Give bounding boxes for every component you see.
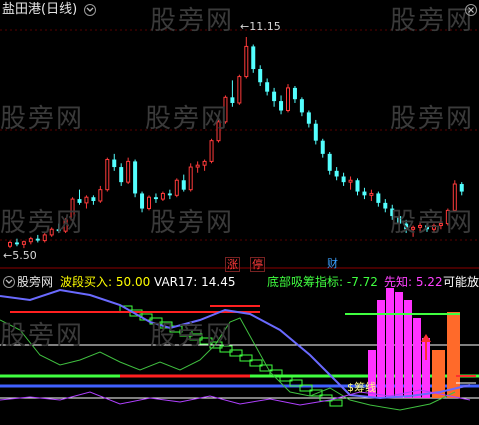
candle-body — [348, 179, 353, 183]
watermark: 股旁网 — [390, 104, 475, 134]
candle-body — [8, 241, 12, 247]
candle-body — [105, 159, 110, 191]
watermark: 股旁网 — [150, 208, 235, 238]
watermark: 股旁网 — [0, 208, 85, 238]
high-value: 11.15 — [249, 20, 281, 33]
candle-body — [258, 69, 263, 83]
low-value: 5.50 — [12, 249, 37, 262]
low-arrow: ← — [3, 249, 13, 262]
candle-body — [320, 140, 325, 154]
candle-body — [181, 180, 186, 190]
candle-body — [98, 189, 103, 202]
indicator-annotation: $筹线 — [347, 381, 376, 394]
candle-body — [195, 164, 200, 168]
watermark: 股旁网 — [390, 208, 475, 238]
candle-body — [292, 87, 297, 100]
indicator-item-bodan: 波段买入: 50.00 — [60, 275, 151, 289]
candle-body — [376, 193, 381, 203]
indicator-item-dibu: 底部吸筹指标: -7.72 — [267, 275, 378, 289]
candle-body — [334, 170, 339, 177]
candle-body — [84, 196, 89, 204]
chevron-down-icon[interactable] — [3, 276, 15, 288]
candle-body — [279, 101, 284, 111]
candle-body — [237, 76, 242, 104]
indicator-name: 股旁网 — [17, 275, 54, 289]
candle-body — [202, 160, 207, 166]
candle-body — [91, 197, 96, 201]
candle-body — [362, 191, 367, 196]
candle-body — [306, 112, 311, 124]
candle-body — [369, 192, 374, 196]
event-tag-zhang[interactable]: 涨 — [225, 257, 240, 272]
indicator-item-var17: VAR17: 14.45 — [154, 275, 236, 289]
candle-body — [251, 46, 256, 70]
event-tag-ting[interactable]: 停 — [250, 257, 265, 272]
candle-body — [341, 176, 346, 183]
watermark: 股旁网 — [0, 104, 85, 134]
candle-body — [21, 241, 26, 245]
candle-body — [126, 160, 131, 183]
candle-body — [327, 153, 332, 171]
indicator-item-xianzhi: 先知: 5.22 — [384, 275, 443, 289]
candle-body — [313, 123, 318, 141]
high-price-label: ←11.15 — [240, 20, 281, 34]
candle-body — [133, 161, 138, 194]
xianzhi-bar — [395, 292, 403, 398]
watermark: 股旁网 — [150, 321, 235, 351]
close-icon[interactable] — [465, 4, 477, 16]
watermark: 股旁网 — [390, 6, 475, 36]
candle-body — [299, 99, 304, 113]
signal-bar — [447, 312, 460, 398]
xianzhi-bar — [386, 288, 394, 398]
indicator-item-kenengfang: 可能放 — [443, 275, 479, 289]
candle-body — [14, 242, 19, 245]
high-arrow: ← — [240, 20, 250, 33]
candle-body — [188, 166, 193, 191]
candle-body — [230, 97, 235, 103]
xianzhi-bar — [413, 318, 421, 398]
candle-body — [28, 238, 33, 243]
candle-body — [355, 180, 360, 192]
candle-body — [174, 179, 179, 196]
watermark: 股旁网 — [0, 321, 85, 351]
chevron-down-icon[interactable] — [84, 4, 96, 16]
candle-body — [272, 91, 277, 102]
candle-body — [112, 159, 117, 168]
candle-body — [140, 193, 145, 209]
candle-body — [459, 184, 464, 192]
candle-body — [244, 45, 249, 78]
watermark: 股旁网 — [150, 6, 235, 36]
low-price-label: ←5.50 — [3, 249, 37, 263]
candle-body — [286, 87, 290, 112]
watermark: 股旁网 — [145, 104, 230, 134]
candle-body — [160, 192, 165, 200]
candle-body — [265, 82, 270, 92]
event-tag-cai[interactable]: 财 — [326, 257, 339, 270]
candle-body — [153, 197, 158, 200]
candle-body — [383, 202, 388, 209]
chart-title: 盐田港(日线) — [2, 2, 78, 17]
candle-body — [209, 140, 214, 162]
candle-body — [119, 167, 124, 183]
stock-chart-window: 股旁网 股旁网 股旁网 股旁网 股旁网 股旁网 股旁网 股旁网 股旁网 股旁网 … — [0, 0, 479, 425]
candle-body — [167, 193, 172, 196]
